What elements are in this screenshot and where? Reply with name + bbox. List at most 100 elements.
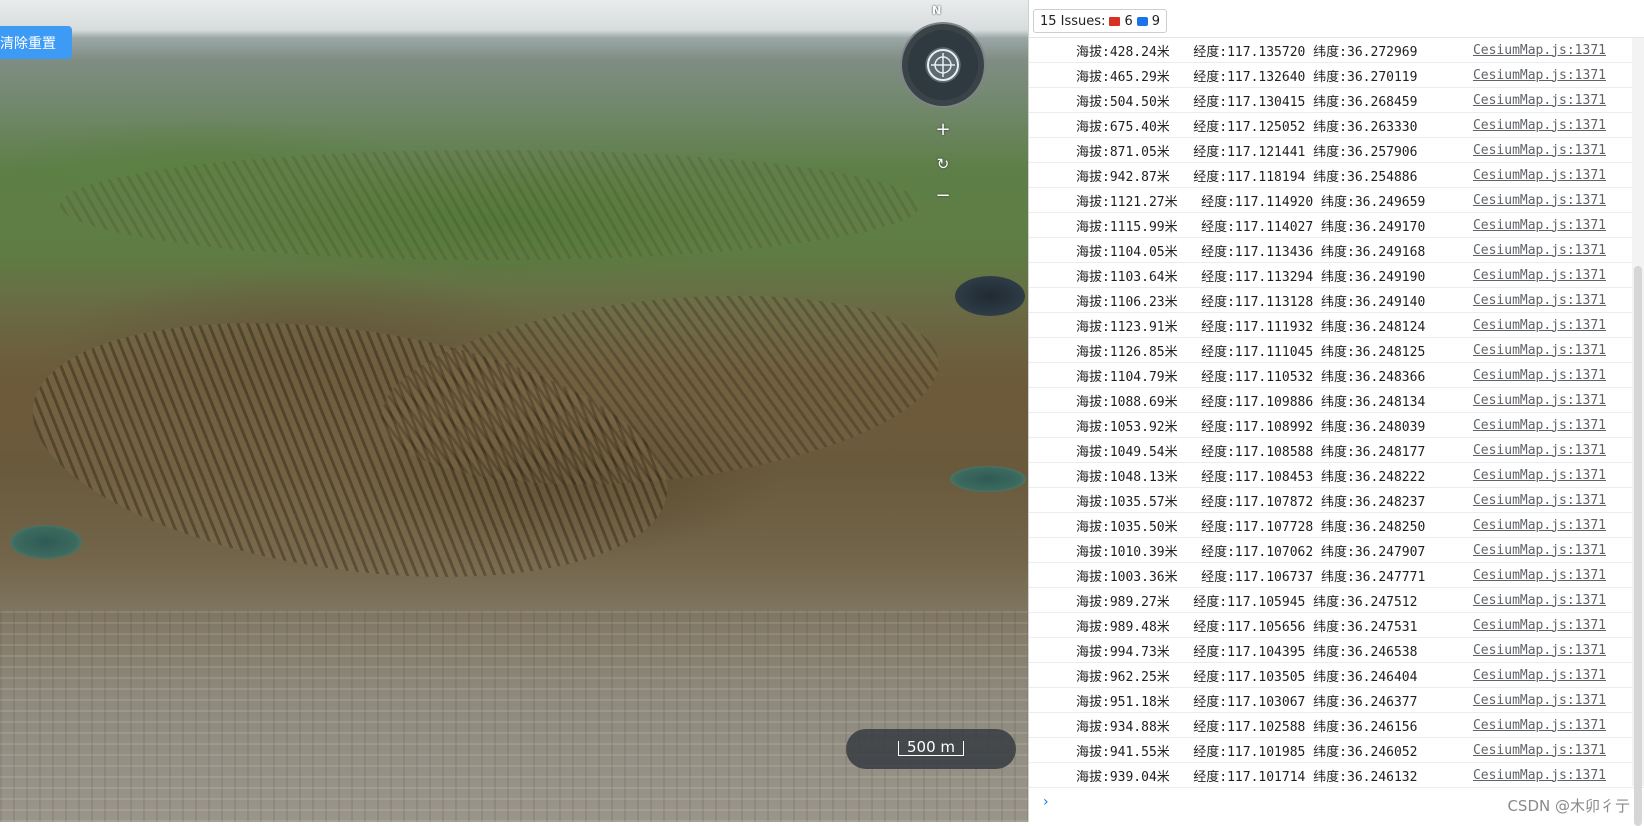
errors-count: 6 [1124, 13, 1133, 29]
console-log-list: 海拔:428.24米 经度:117.135720 纬度:36.272969 Ces… [1029, 38, 1644, 788]
log-message: 海拔:504.50米 经度:117.130415 纬度:36.268459 [1076, 94, 1418, 110]
log-message: 海拔:1126.85米 经度:117.111045 纬度:36.248125 [1076, 344, 1426, 360]
log-source-link[interactable]: CesiumMap.js:1371 [1473, 543, 1606, 558]
log-source-link[interactable]: CesiumMap.js:1371 [1473, 443, 1606, 458]
lake [955, 276, 1025, 316]
city-area [0, 610, 1028, 822]
console-log-row: 海拔:1035.57米 经度:117.107872 纬度:36.248237 Ce… [1029, 488, 1644, 513]
distance-legend: 500 m [846, 729, 1016, 769]
log-source-link[interactable]: CesiumMap.js:1371 [1473, 418, 1606, 433]
log-message: 海拔:942.87米 经度:117.118194 纬度:36.254886 [1076, 169, 1418, 185]
log-source-link[interactable]: CesiumMap.js:1371 [1473, 593, 1606, 608]
console-scrollbar[interactable] [1632, 38, 1644, 826]
log-source-link[interactable]: CesiumMap.js:1371 [1473, 693, 1606, 708]
log-source-link[interactable]: CesiumMap.js:1371 [1473, 618, 1606, 633]
console-log-row: 海拔:951.18米 经度:117.103067 纬度:36.246377 Ces… [1029, 688, 1644, 713]
log-source-link[interactable]: CesiumMap.js:1371 [1473, 768, 1606, 783]
console-log-row: 海拔:504.50米 经度:117.130415 纬度:36.268459 Ces… [1029, 88, 1644, 113]
console-log-row: 海拔:1053.92米 经度:117.108992 纬度:36.248039 Ce… [1029, 413, 1644, 438]
log-source-link[interactable]: CesiumMap.js:1371 [1473, 193, 1606, 208]
log-message: 海拔:1053.92米 经度:117.108992 纬度:36.248039 [1076, 419, 1426, 435]
issues-label: 15 Issues: [1040, 13, 1106, 29]
console-log-row: 海拔:1104.79米 经度:117.110532 纬度:36.248366 Ce… [1029, 363, 1644, 388]
console-log-row: 海拔:962.25米 经度:117.103505 纬度:36.246404 Ces… [1029, 663, 1644, 688]
console-log-row: 海拔:989.27米 经度:117.105945 纬度:36.247512 Ces… [1029, 588, 1644, 613]
log-source-link[interactable]: CesiumMap.js:1371 [1473, 43, 1606, 58]
log-message: 海拔:1088.69米 经度:117.109886 纬度:36.248134 [1076, 394, 1426, 410]
lake [10, 525, 82, 559]
log-source-link[interactable]: CesiumMap.js:1371 [1473, 118, 1606, 133]
messages-count: 9 [1151, 13, 1161, 29]
cesium-map-viewport[interactable]: 清除重置 N + ↻ − 500 m [0, 0, 1028, 822]
log-message: 海拔:934.88米 经度:117.102588 纬度:36.246156 [1076, 719, 1418, 735]
log-source-link[interactable]: CesiumMap.js:1371 [1473, 93, 1606, 108]
log-source-link[interactable]: CesiumMap.js:1371 [1473, 318, 1606, 333]
watermark: CSDN @木卯彳亍 [1507, 797, 1630, 815]
log-source-link[interactable]: CesiumMap.js:1371 [1473, 368, 1606, 383]
log-message: 海拔:1123.91米 经度:117.111932 纬度:36.248124 [1076, 319, 1426, 335]
log-source-link[interactable]: CesiumMap.js:1371 [1473, 518, 1606, 533]
console-log-row: 海拔:1123.91米 经度:117.111932 纬度:36.248124 Ce… [1029, 313, 1644, 338]
lake [950, 466, 1026, 492]
console-log-row: 海拔:675.40米 经度:117.125052 纬度:36.263330 Ces… [1029, 113, 1644, 138]
log-message: 海拔:1003.36米 经度:117.106737 纬度:36.247771 [1076, 569, 1426, 585]
log-source-link[interactable]: CesiumMap.js:1371 [1473, 143, 1606, 158]
log-source-link[interactable]: CesiumMap.js:1371 [1473, 343, 1606, 358]
log-message: 海拔:465.29米 经度:117.132640 纬度:36.270119 [1076, 69, 1418, 85]
zoom-out-button[interactable]: − [928, 184, 958, 208]
scale-bar-label: 500 m [898, 740, 964, 756]
console-log-row: 海拔:934.88米 经度:117.102588 纬度:36.246156 Ces… [1029, 713, 1644, 738]
console-log-row: 海拔:1048.13米 经度:117.108453 纬度:36.248222 Ce… [1029, 463, 1644, 488]
log-message: 海拔:994.73米 经度:117.104395 纬度:36.246538 [1076, 644, 1418, 660]
log-message: 海拔:1115.99米 经度:117.114027 纬度:36.249170 [1076, 219, 1426, 235]
issues-toolbar: 15 Issues: 6 9 [1029, 0, 1644, 38]
log-message: 海拔:1104.05米 经度:117.113436 纬度:36.249168 [1076, 244, 1426, 260]
log-message: 海拔:1010.39米 经度:117.107062 纬度:36.247907 [1076, 544, 1426, 560]
log-source-link[interactable]: CesiumMap.js:1371 [1473, 493, 1606, 508]
log-source-link[interactable]: CesiumMap.js:1371 [1473, 68, 1606, 83]
console-log-row: 海拔:1035.50米 经度:117.107728 纬度:36.248250 Ce… [1029, 513, 1644, 538]
reset-view-button[interactable]: ↻ [928, 152, 958, 176]
clear-reset-button[interactable]: 清除重置 [0, 26, 72, 59]
compass-gyro-icon[interactable] [927, 49, 959, 81]
console-log-row: 海拔:1121.27米 经度:117.114920 纬度:36.249659 Ce… [1029, 188, 1644, 213]
log-message: 海拔:1121.27米 经度:117.114920 纬度:36.249659 [1076, 194, 1426, 210]
scrollbar-thumb[interactable] [1634, 266, 1642, 826]
log-source-link[interactable]: CesiumMap.js:1371 [1473, 268, 1606, 283]
console-log-row: 海拔:941.55米 经度:117.101985 纬度:36.246052 Ces… [1029, 738, 1644, 763]
zoom-in-button[interactable]: + [928, 118, 958, 142]
log-message: 海拔:1103.64米 经度:117.113294 纬度:36.249190 [1076, 269, 1426, 285]
log-message: 海拔:675.40米 经度:117.125052 纬度:36.263330 [1076, 119, 1418, 135]
log-message: 海拔:1106.23米 经度:117.113128 纬度:36.249140 [1076, 294, 1426, 310]
log-source-link[interactable]: CesiumMap.js:1371 [1473, 293, 1606, 308]
log-source-link[interactable]: CesiumMap.js:1371 [1473, 643, 1606, 658]
error-flag-icon [1109, 16, 1121, 26]
log-source-link[interactable]: CesiumMap.js:1371 [1473, 743, 1606, 758]
console-log-row: 海拔:1103.64米 经度:117.113294 纬度:36.249190 Ce… [1029, 263, 1644, 288]
log-message: 海拔:989.48米 经度:117.105656 纬度:36.247531 [1076, 619, 1418, 635]
log-source-link[interactable]: CesiumMap.js:1371 [1473, 243, 1606, 258]
log-source-link[interactable]: CesiumMap.js:1371 [1473, 718, 1606, 733]
log-source-link[interactable]: CesiumMap.js:1371 [1473, 393, 1606, 408]
issues-button[interactable]: 15 Issues: 6 9 [1033, 9, 1168, 33]
log-message: 海拔:1104.79米 经度:117.110532 纬度:36.248366 [1076, 369, 1426, 385]
log-source-link[interactable]: CesiumMap.js:1371 [1473, 568, 1606, 583]
compass-north-label: N [932, 4, 942, 17]
console-log-row: 海拔:1106.23米 经度:117.113128 纬度:36.249140 Ce… [1029, 288, 1644, 313]
log-source-link[interactable]: CesiumMap.js:1371 [1473, 168, 1606, 183]
log-message: 海拔:1048.13米 经度:117.108453 纬度:36.248222 [1076, 469, 1426, 485]
log-source-link[interactable]: CesiumMap.js:1371 [1473, 468, 1606, 483]
console-log-row: 海拔:942.87米 经度:117.118194 纬度:36.254886 Ces… [1029, 163, 1644, 188]
mountain-ridge [60, 150, 920, 260]
log-source-link[interactable]: CesiumMap.js:1371 [1473, 668, 1606, 683]
log-source-link[interactable]: CesiumMap.js:1371 [1473, 218, 1606, 233]
log-message: 海拔:871.05米 经度:117.121441 纬度:36.257906 [1076, 144, 1418, 160]
navigation-compass[interactable] [900, 22, 986, 108]
console-log-row: 海拔:939.04米 经度:117.101714 纬度:36.246132 Ces… [1029, 763, 1644, 788]
console-log-row: 海拔:1003.36米 经度:117.106737 纬度:36.247771 Ce… [1029, 563, 1644, 588]
message-icon [1136, 16, 1148, 26]
log-message: 海拔:951.18米 经度:117.103067 纬度:36.246377 [1076, 694, 1418, 710]
console-log-row: 海拔:1049.54米 经度:117.108588 纬度:36.248177 Ce… [1029, 438, 1644, 463]
console-log-row: 海拔:1126.85米 经度:117.111045 纬度:36.248125 Ce… [1029, 338, 1644, 363]
console-log-row: 海拔:428.24米 经度:117.135720 纬度:36.272969 Ces… [1029, 38, 1644, 63]
